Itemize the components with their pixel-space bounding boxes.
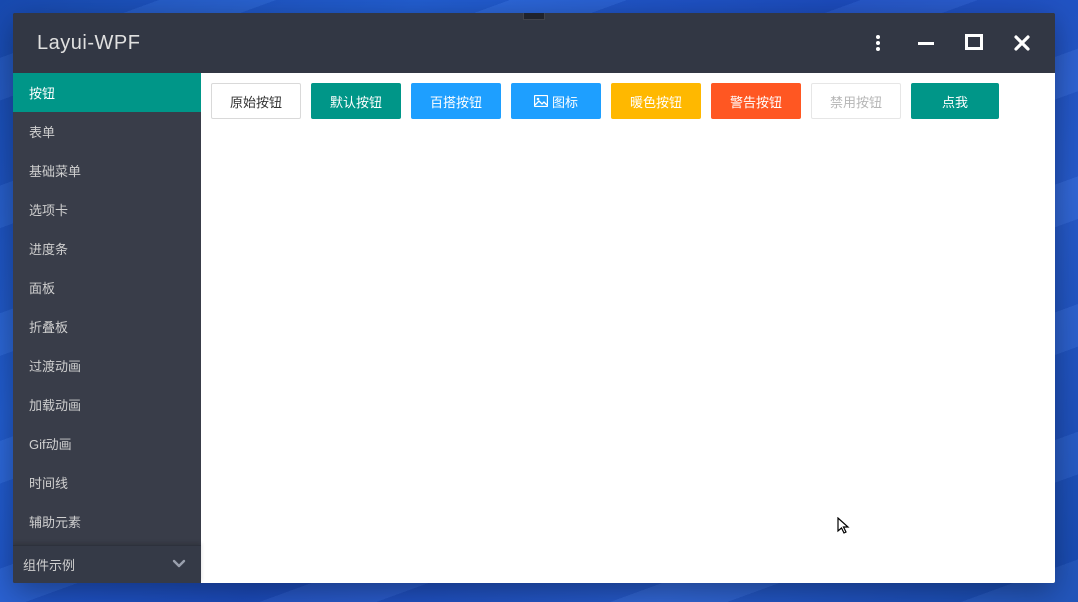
app-window: Layui-WPF 按钮 表单 基础菜单 [13, 13, 1055, 583]
sidebar-footer-label: 组件示例 [23, 555, 75, 574]
click-button[interactable]: 点我 [911, 83, 999, 119]
title-controls [867, 32, 1055, 54]
sidebar-item-gif[interactable]: Gif动画 [13, 424, 201, 463]
sidebar-item-label: 选项卡 [29, 200, 68, 219]
app-title: Layui-WPF [37, 32, 140, 55]
sidebar-item-tab[interactable]: 选项卡 [13, 190, 201, 229]
warm-button[interactable]: 暖色按钮 [611, 83, 701, 119]
sidebar-item-collapse[interactable]: 折叠板 [13, 307, 201, 346]
minimize-button[interactable] [915, 32, 937, 54]
sidebar-item-transition[interactable]: 过渡动画 [13, 346, 201, 385]
sidebar-item-label: Gif动画 [29, 434, 72, 453]
default-button[interactable]: 默认按钮 [311, 83, 401, 119]
disabled-button: 禁用按钮 [811, 83, 901, 119]
sidebar-item-aux[interactable]: 辅助元素 [13, 502, 201, 541]
sidebar-item-label: 按钮 [29, 83, 55, 102]
sidebar-item-label: 过渡动画 [29, 356, 81, 375]
sidebar-item-label: 基础菜单 [29, 161, 81, 180]
normal-button[interactable]: 百搭按钮 [411, 83, 501, 119]
sidebar-item-label: 表单 [29, 122, 55, 141]
sidebar-item-form[interactable]: 表单 [13, 112, 201, 151]
icon-button[interactable]: 图标 [511, 83, 601, 119]
more-button[interactable] [867, 32, 889, 54]
maximize-button[interactable] [963, 32, 985, 54]
title-grip[interactable] [523, 13, 545, 20]
button-label: 点我 [942, 92, 968, 111]
titlebar: Layui-WPF [13, 13, 1055, 73]
chevron-down-icon [171, 555, 187, 574]
danger-button[interactable]: 警告按钮 [711, 83, 801, 119]
content-area: 原始按钮 默认按钮 百搭按钮 图标 暖色按钮 [201, 73, 1055, 583]
button-label: 默认按钮 [330, 92, 382, 111]
sidebar-item-label: 加载动画 [29, 395, 81, 414]
close-button[interactable] [1011, 32, 1033, 54]
button-label: 图标 [552, 92, 578, 111]
window-body: 按钮 表单 基础菜单 选项卡 进度条 面板 折叠板 过渡动画 [13, 73, 1055, 583]
button-row: 原始按钮 默认按钮 百搭按钮 图标 暖色按钮 [211, 83, 1045, 119]
sidebar-item-label: 进度条 [29, 239, 68, 258]
sidebar-item-progress[interactable]: 进度条 [13, 229, 201, 268]
button-label: 禁用按钮 [830, 92, 882, 111]
sidebar-footer-components[interactable]: 组件示例 [13, 545, 201, 583]
sidebar-item-timeline[interactable]: 时间线 [13, 463, 201, 502]
image-icon [534, 95, 548, 107]
sidebar-item-panel[interactable]: 面板 [13, 268, 201, 307]
sidebar: 按钮 表单 基础菜单 选项卡 进度条 面板 折叠板 过渡动画 [13, 73, 201, 583]
sidebar-item-button[interactable]: 按钮 [13, 73, 201, 112]
sidebar-item-label: 面板 [29, 278, 55, 297]
sidebar-item-label: 时间线 [29, 473, 68, 492]
raw-button[interactable]: 原始按钮 [211, 83, 301, 119]
button-label: 原始按钮 [230, 92, 282, 111]
button-label: 暖色按钮 [630, 92, 682, 111]
button-label: 警告按钮 [730, 92, 782, 111]
sidebar-item-loading[interactable]: 加载动画 [13, 385, 201, 424]
sidebar-item-menu[interactable]: 基础菜单 [13, 151, 201, 190]
sidebar-item-label: 折叠板 [29, 317, 68, 336]
button-label: 百搭按钮 [430, 92, 482, 111]
sidebar-item-label: 辅助元素 [29, 512, 81, 531]
